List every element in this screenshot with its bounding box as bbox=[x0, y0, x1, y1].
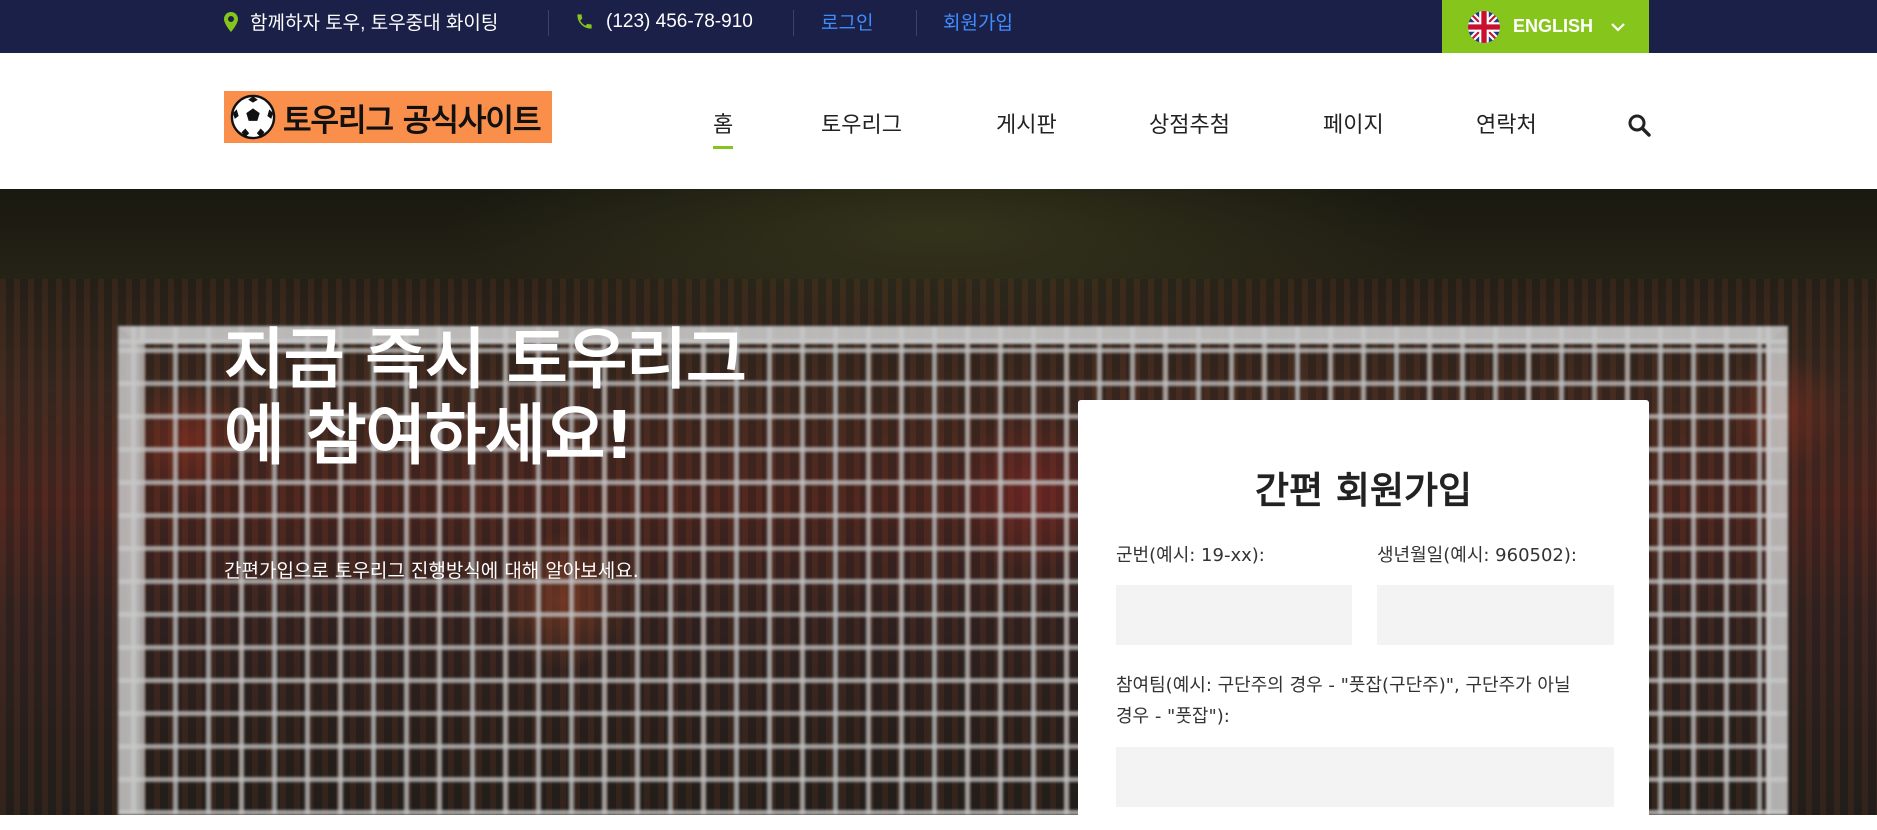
phone-icon bbox=[577, 14, 592, 29]
logo-text: 토우리그 공식사이트 bbox=[283, 102, 541, 139]
search-icon[interactable] bbox=[1627, 113, 1651, 137]
nav-store-draw[interactable]: 상점추첨 bbox=[1149, 107, 1230, 139]
nav-home[interactable]: 홈 bbox=[713, 107, 734, 149]
top-bar: 함께하자 토우, 토우중대 화이팅 (123) 456-78-910 로그인 회… bbox=[0, 0, 1877, 53]
uk-flag-icon bbox=[1468, 10, 1500, 43]
address-text: 함께하자 토우, 토우중대 화이팅 bbox=[250, 13, 499, 34]
hero-subtitle: 간편가입으로 토우리그 진행방식에 대해 알아보세요. bbox=[224, 560, 639, 582]
nav-board[interactable]: 게시판 bbox=[996, 107, 1057, 139]
divider bbox=[793, 10, 794, 36]
phone-text: (123) 456-78-910 bbox=[606, 10, 753, 32]
hero-title-line-2: 에 참여하세요! bbox=[224, 397, 634, 474]
divider bbox=[548, 10, 549, 36]
team-label: 참여팀(예시: 구단주의 경우 - "풋잡(구단주)", 구단주가 아닐 경우 … bbox=[1116, 670, 1616, 732]
service-number-input[interactable] bbox=[1116, 585, 1352, 645]
map-pin-icon bbox=[224, 11, 238, 32]
soccer-ball-icon bbox=[230, 94, 276, 140]
team-label-line-2: 경우 - "풋잡"): bbox=[1116, 706, 1230, 727]
signup-title: 간편 회원가입 bbox=[1254, 469, 1473, 512]
nav-pages[interactable]: 페이지 bbox=[1323, 107, 1384, 139]
address-info: 함께하자 토우, 토우중대 화이팅 bbox=[224, 0, 498, 43]
nav-contact[interactable]: 연락처 bbox=[1476, 107, 1537, 139]
phone-info: (123) 456-78-910 bbox=[575, 0, 753, 43]
service-number-label: 군번(예시: 19-xx): bbox=[1116, 545, 1265, 566]
team-label-line-1: 참여팀(예시: 구단주의 경우 - "풋잡(구단주)", 구단주가 아닐 bbox=[1116, 675, 1571, 696]
birthdate-input[interactable] bbox=[1377, 585, 1614, 645]
register-link[interactable]: 회원가입 bbox=[943, 0, 1013, 43]
main-header: 토우리그 공식사이트 홈 토우리그 게시판 상점추첨 페이지 연락처 bbox=[0, 53, 1877, 189]
signup-card: 간편 회원가입 군번(예시: 19-xx): 생년월일(예시: 960502):… bbox=[1078, 400, 1649, 830]
team-input[interactable] bbox=[1116, 747, 1614, 807]
login-link[interactable]: 로그인 bbox=[821, 0, 873, 43]
divider bbox=[916, 10, 917, 36]
hero-title-line-1: 지금 즉시 토우리그 bbox=[224, 321, 747, 398]
language-selector[interactable]: ENGLISH bbox=[1442, 0, 1649, 53]
chevron-down-icon bbox=[1611, 22, 1625, 32]
language-label: ENGLISH bbox=[1513, 16, 1594, 36]
hero-title: 지금 즉시 토우리그 에 참여하세요! bbox=[224, 322, 784, 474]
nav-touleague[interactable]: 토우리그 bbox=[821, 107, 902, 139]
birthdate-label: 생년월일(예시: 960502): bbox=[1377, 545, 1577, 566]
site-logo[interactable]: 토우리그 공식사이트 bbox=[224, 91, 552, 143]
